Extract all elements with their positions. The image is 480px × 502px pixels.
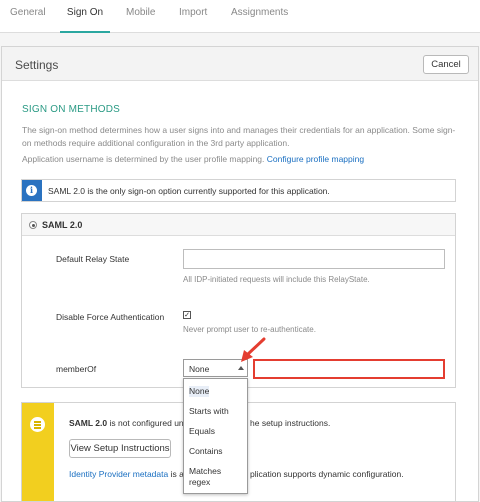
memberof-dropdown-list: None Starts with Equals Contains Matches… [183, 378, 248, 494]
username-text: Application username is determined by th… [22, 154, 265, 164]
setup-message-b: he setup instructions. [250, 418, 331, 428]
warning-stripe [22, 403, 54, 501]
configure-profile-mapping-link[interactable]: Configure profile mapping [267, 154, 364, 164]
list-icon [30, 417, 45, 432]
info-icon: i [26, 185, 37, 196]
tab-mobile[interactable]: Mobile [126, 0, 155, 33]
identity-provider-metadata-link[interactable]: Identity Provider metadata [69, 469, 168, 479]
red-arrow-icon [241, 337, 266, 362]
tab-bar: General Sign On Mobile Import Assignment… [0, 0, 480, 33]
default-relay-state-label: Default Relay State [56, 254, 130, 264]
info-banner: i SAML 2.0 is the only sign-on option cu… [21, 179, 456, 202]
info-icon-box: i [22, 180, 42, 201]
settings-title: Settings [15, 58, 59, 72]
caret-up-icon [238, 366, 244, 370]
option-matches-regex[interactable]: Matches regex [189, 466, 221, 488]
cancel-button[interactable]: Cancel [423, 55, 469, 74]
memberof-value-input[interactable] [253, 359, 445, 379]
disable-force-auth-checkbox[interactable]: ✓ [183, 311, 191, 319]
disable-force-auth-label: Disable Force Authentication [56, 312, 165, 322]
saml-option-label: SAML 2.0 [42, 220, 83, 230]
saml-radio-button[interactable] [29, 221, 37, 229]
setup-message: SAML 2.0 is not configured unt [69, 418, 186, 428]
tab-assignments[interactable]: Assignments [231, 0, 288, 33]
sign-on-methods-heading: SIGN ON METHODS [22, 104, 121, 115]
option-none[interactable]: None [189, 386, 210, 397]
tab-import[interactable]: Import [179, 0, 207, 33]
relay-state-hint: All IDP-initiated requests will include … [183, 275, 370, 284]
username-mapping-text: Application username is determined by th… [22, 153, 364, 166]
tab-general[interactable]: General [10, 0, 46, 33]
description-line-2: on methods require additional configurat… [22, 138, 290, 148]
metadata-line-b: plication supports dynamic configuration… [250, 469, 404, 479]
metadata-line-a: is a [168, 469, 184, 479]
info-banner-text: SAML 2.0 is the only sign-on option curr… [48, 186, 330, 196]
option-equals[interactable]: Equals [189, 426, 215, 437]
tab-sign-on[interactable]: Sign On [60, 0, 110, 33]
setup-message-a: is not configured unt [107, 418, 187, 428]
option-starts-with[interactable]: Starts with [189, 406, 229, 417]
memberof-label: memberOf [56, 364, 97, 374]
view-setup-instructions-button[interactable]: View Setup Instructions [69, 439, 171, 458]
force-auth-hint: Never prompt user to re-authenticate. [183, 325, 316, 334]
sign-on-description: The sign-on method determines how a user… [22, 124, 462, 150]
saml-option-header: SAML 2.0 [22, 214, 455, 236]
setup-message-bold: SAML 2.0 [69, 418, 108, 428]
metadata-line: Identity Provider metadata is a [69, 469, 184, 479]
settings-header: Settings Cancel [2, 47, 478, 81]
option-contains[interactable]: Contains [189, 446, 223, 457]
memberof-select-value: None [189, 364, 210, 374]
description-line-1: The sign-on method determines how a user… [22, 125, 456, 135]
default-relay-state-input[interactable] [183, 249, 445, 269]
